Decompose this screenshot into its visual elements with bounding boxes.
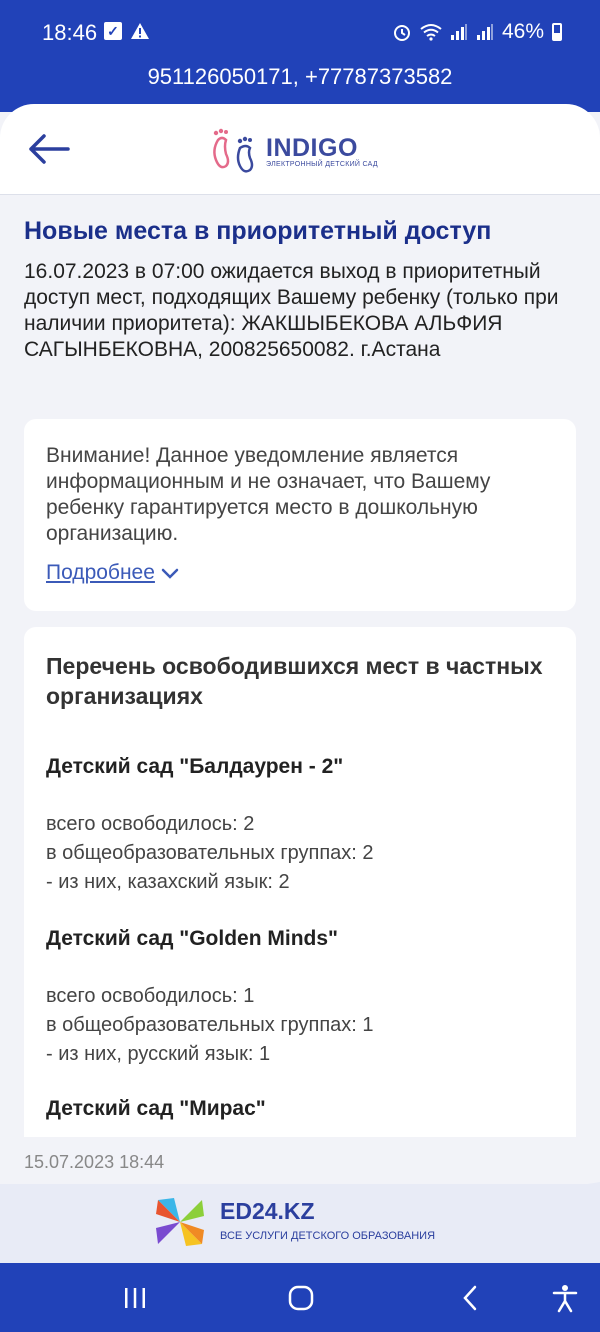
back-icon[interactable]	[456, 1283, 486, 1313]
indigo-logo: INDIGO ЭЛЕКТРОННЫЙ ДЕТСКИЙ САД	[208, 126, 378, 176]
notice-text: 16.07.2023 в 07:00 ожидается выход в при…	[24, 260, 559, 361]
kindergarten-line: всего освободилось: 2	[46, 813, 255, 835]
more-link-label: Подробнее	[46, 561, 155, 584]
signal-1-icon	[450, 24, 467, 40]
kindergarten-line: в общеобразовательных группах: 1	[46, 1014, 374, 1036]
logo-title: INDIGO	[266, 133, 358, 162]
status-right-group: 46%	[392, 20, 562, 44]
home-icon[interactable]	[286, 1283, 316, 1313]
accessibility-icon[interactable]	[550, 1283, 580, 1313]
logo-subtitle: ЭЛЕКТРОННЫЙ ДЕТСКИЙ САД	[266, 160, 378, 168]
battery-icon	[552, 23, 562, 41]
notice-title: Новые места в приоритетный доступ	[24, 217, 492, 245]
more-link[interactable]: Подробнее	[46, 561, 179, 585]
kindergarten-name: Детский сад "Балдаурен - 2"	[46, 755, 344, 778]
status-bar: 18:46 ✓ 46%	[0, 0, 600, 62]
kindergarten-line: - из них, русский язык: 1	[46, 1043, 271, 1065]
arrow-left-icon[interactable]	[26, 132, 70, 166]
kindergarten-line: - из них, казахский язык: 2	[46, 871, 290, 893]
wifi-icon	[420, 24, 442, 41]
battery-percent: 46%	[501, 20, 544, 43]
footprints-logo-icon	[213, 128, 254, 173]
status-time: 18:46	[42, 20, 98, 45]
notice-timestamp: 15.07.2023 18:44	[24, 1152, 165, 1172]
system-navigation-bar	[0, 1263, 600, 1332]
kindergarten-line: всего освободилось: 1	[46, 985, 255, 1007]
chevron-down-icon	[161, 568, 179, 579]
vacancies-card: Перечень освободившихся мест в частных о…	[24, 627, 576, 1137]
app-header: INDIGO ЭЛЕКТРОННЫЙ ДЕТСКИЙ САД	[0, 104, 600, 195]
kindergarten-line: в общеобразовательных группах: 2	[46, 842, 374, 864]
alarm-icon	[393, 25, 410, 41]
ed24-logo-icon	[156, 1198, 204, 1246]
checkbox-notification-icon: ✓	[104, 22, 122, 40]
ed24-brand[interactable]: ED24.KZ	[220, 1198, 315, 1225]
signal-2-icon	[476, 24, 493, 40]
vacancies-title: Перечень освободившихся мест в частных о…	[46, 653, 543, 709]
warning-card: Внимание! Данное уведомление является ин…	[24, 419, 576, 611]
warning-icon	[131, 23, 149, 39]
warning-text: Внимание! Данное уведомление является ин…	[46, 444, 491, 545]
recent-apps-icon[interactable]	[120, 1283, 150, 1313]
kindergarten-name: Детский сад "Мирас"	[46, 1097, 266, 1120]
kindergarten-name: Детский сад "Golden Minds"	[46, 927, 338, 950]
status-notification-icons: ✓	[104, 22, 150, 40]
ed24-tagline: ВСЕ УСЛУГИ ДЕТСКОГО ОБРАЗОВАНИЯ	[220, 1230, 436, 1242]
